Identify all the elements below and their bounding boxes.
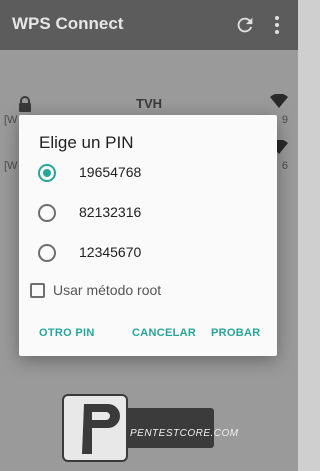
try-button[interactable]: PROBAR (211, 327, 260, 339)
wifi-signal-icon (270, 94, 288, 108)
pin-option[interactable]: 19654768 (19, 154, 277, 194)
pin-option-label: 12345670 (79, 244, 142, 260)
watermark-text: PENTESTCORE.COM (130, 428, 239, 439)
pin-option[interactable]: 12345670 (19, 234, 277, 274)
lock-icon (19, 96, 31, 112)
other-pin-button[interactable]: OTRO PIN (39, 327, 95, 339)
radio-button[interactable] (38, 244, 56, 262)
cancel-button[interactable]: CANCELAR (132, 327, 196, 339)
watermark-logo: PENTESTCORE.COM (62, 394, 238, 462)
pin-option-label: 19654768 (79, 164, 142, 180)
root-checkbox-label: Usar método root (53, 282, 162, 298)
refresh-icon[interactable] (234, 14, 256, 36)
network-ssid: TVH (136, 96, 162, 111)
root-checkbox[interactable] (30, 283, 45, 298)
app-bar: WPS Connect (0, 0, 298, 50)
pin-option[interactable]: 82132316 (19, 194, 277, 234)
watermark-p-glyph (82, 404, 120, 454)
app-title: WPS Connect (12, 14, 124, 33)
network-security: [W (4, 114, 18, 126)
radio-button[interactable] (38, 204, 56, 222)
network-channel: 9 (281, 114, 288, 126)
pin-dialog: Elige un PIN 19654768 82132316 12345670 … (19, 115, 277, 356)
network-security: [W (4, 160, 18, 172)
radio-button[interactable] (38, 164, 56, 182)
pin-option-label: 82132316 (79, 204, 142, 220)
dialog-title: Elige un PIN (39, 133, 134, 152)
network-channel: 6 (281, 160, 288, 172)
overflow-menu-icon[interactable] (270, 14, 284, 36)
root-method-option[interactable]: Usar método root (19, 278, 277, 304)
watermark-p-box (62, 394, 128, 462)
